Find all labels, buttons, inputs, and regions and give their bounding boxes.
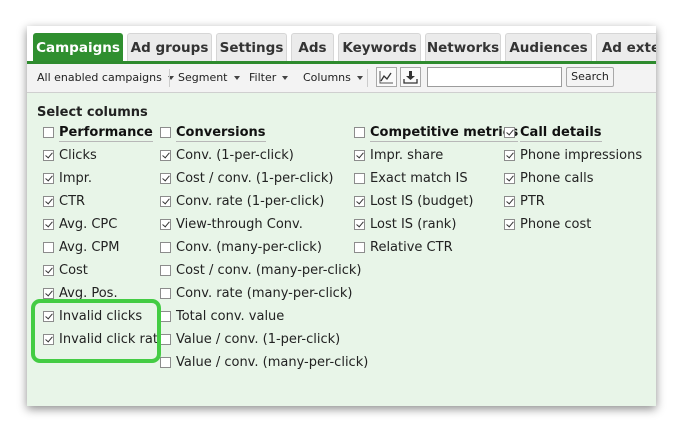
search-button[interactable]: Search bbox=[566, 67, 614, 87]
toolbar-divider bbox=[169, 69, 170, 87]
tab-settings[interactable]: Settings bbox=[216, 33, 287, 61]
total-conv-value-label: Total conv. value bbox=[176, 309, 285, 324]
competitive-header-label: Competitive metrics bbox=[370, 125, 519, 142]
avg-pos-checkbox[interactable] bbox=[43, 288, 54, 299]
value-per-conv-1pc-label: Value / conv. (1-per-click) bbox=[176, 332, 341, 347]
campaign-filter-dropdown[interactable]: All enabled campaigns bbox=[37, 71, 174, 84]
phone-cost-checkbox[interactable] bbox=[504, 219, 515, 230]
phone-impressions-checkbox[interactable] bbox=[504, 150, 515, 161]
performance-header-label: Performance bbox=[59, 125, 153, 142]
lost-is-budget-label: Lost IS (budget) bbox=[370, 194, 474, 209]
adwords-panel: Campaigns Ad groups Settings Ads Keyword… bbox=[27, 26, 656, 406]
phone-calls-checkbox[interactable] bbox=[504, 173, 515, 184]
columns-dropdown[interactable]: Columns bbox=[303, 71, 363, 84]
avg-cpc-checkbox[interactable] bbox=[43, 219, 54, 230]
performance-header-checkbox[interactable] bbox=[43, 127, 54, 138]
columns-label: Columns bbox=[303, 71, 351, 84]
impr-label: Impr. bbox=[59, 171, 93, 186]
call-details-header-checkbox[interactable] bbox=[504, 127, 515, 138]
toolbar-divider bbox=[367, 69, 368, 87]
download-button[interactable] bbox=[400, 67, 421, 87]
cost-label: Cost bbox=[59, 263, 88, 278]
tab-bar: Campaigns Ad groups Settings Ads Keyword… bbox=[27, 26, 656, 64]
toolbar: All enabled campaigns Segment Filter Col… bbox=[27, 64, 656, 93]
conversions-header-label: Conversions bbox=[176, 125, 266, 142]
cost-per-conv-1pc-checkbox[interactable] bbox=[160, 173, 171, 184]
ptr-checkbox[interactable] bbox=[504, 196, 515, 207]
highlight-box bbox=[31, 299, 161, 363]
tab-ad-extensions[interactable]: Ad exte bbox=[596, 33, 656, 61]
exact-match-is-checkbox[interactable] bbox=[354, 173, 365, 184]
ptr-label: PTR bbox=[520, 194, 545, 209]
phone-cost-label: Phone cost bbox=[520, 217, 592, 232]
download-icon bbox=[403, 71, 418, 84]
tab-audiences[interactable]: Audiences bbox=[505, 33, 592, 61]
conv-rate-1pc-checkbox[interactable] bbox=[160, 196, 171, 207]
value-per-conv-1pc-checkbox[interactable] bbox=[160, 334, 171, 345]
clicks-label: Clicks bbox=[59, 148, 97, 163]
phone-impressions-label: Phone impressions bbox=[520, 148, 643, 163]
filter-label: Filter bbox=[249, 71, 277, 84]
relative-ctr-checkbox[interactable] bbox=[354, 242, 365, 253]
tab-campaigns[interactable]: Campaigns bbox=[33, 33, 123, 61]
conv-1pc-checkbox[interactable] bbox=[160, 150, 171, 161]
call-details-header-label: Call details bbox=[520, 125, 602, 142]
impr-share-label: Impr. share bbox=[370, 148, 444, 163]
cost-checkbox[interactable] bbox=[43, 265, 54, 276]
chart-button[interactable] bbox=[376, 67, 397, 87]
search-input[interactable] bbox=[427, 67, 562, 87]
competitive-header-checkbox[interactable] bbox=[354, 127, 365, 138]
impr-checkbox[interactable] bbox=[43, 173, 54, 184]
phone-calls-label: Phone calls bbox=[520, 171, 594, 186]
tab-ad-groups[interactable]: Ad groups bbox=[127, 33, 212, 61]
avg-cpc-label: Avg. CPC bbox=[59, 217, 118, 232]
tab-networks[interactable]: Networks bbox=[425, 33, 501, 61]
conv-rate-mpc-label: Conv. rate (many-per-click) bbox=[176, 286, 353, 301]
ctr-label: CTR bbox=[59, 194, 86, 209]
segment-label: Segment bbox=[178, 71, 228, 84]
exact-match-is-label: Exact match IS bbox=[370, 171, 468, 186]
impr-share-checkbox[interactable] bbox=[354, 150, 365, 161]
conv-1pc-label: Conv. (1-per-click) bbox=[176, 148, 294, 163]
clicks-checkbox[interactable] bbox=[43, 150, 54, 161]
segment-dropdown[interactable]: Segment bbox=[178, 71, 240, 84]
conv-rate-mpc-checkbox[interactable] bbox=[160, 288, 171, 299]
view-through-conv-label: View-through Conv. bbox=[176, 217, 303, 232]
filter-dropdown[interactable]: Filter bbox=[249, 71, 289, 84]
cost-per-conv-1pc-label: Cost / conv. (1-per-click) bbox=[176, 171, 334, 186]
section-title: Select columns bbox=[37, 105, 148, 120]
ctr-checkbox[interactable] bbox=[43, 196, 54, 207]
chevron-down-icon bbox=[233, 76, 240, 80]
chevron-down-icon bbox=[282, 76, 289, 80]
value-per-conv-mpc-label: Value / conv. (many-per-click) bbox=[176, 355, 369, 370]
conv-rate-1pc-label: Conv. rate (1-per-click) bbox=[176, 194, 325, 209]
value-per-conv-mpc-checkbox[interactable] bbox=[160, 357, 171, 368]
lost-is-rank-checkbox[interactable] bbox=[354, 219, 365, 230]
lost-is-rank-label: Lost IS (rank) bbox=[370, 217, 457, 232]
cost-per-conv-mpc-checkbox[interactable] bbox=[160, 265, 171, 276]
conv-mpc-checkbox[interactable] bbox=[160, 242, 171, 253]
cost-per-conv-mpc-label: Cost / conv. (many-per-click) bbox=[176, 263, 362, 278]
tab-ads[interactable]: Ads bbox=[291, 33, 334, 61]
campaign-filter-label: All enabled campaigns bbox=[37, 71, 162, 84]
total-conv-value-checkbox[interactable] bbox=[160, 311, 171, 322]
view-through-conv-checkbox[interactable] bbox=[160, 219, 171, 230]
conversions-header-checkbox[interactable] bbox=[160, 127, 171, 138]
chevron-down-icon bbox=[356, 76, 363, 80]
conv-mpc-label: Conv. (many-per-click) bbox=[176, 240, 322, 255]
relative-ctr-label: Relative CTR bbox=[370, 240, 453, 255]
line-chart-icon bbox=[379, 71, 393, 84]
avg-cpm-checkbox[interactable] bbox=[43, 242, 54, 253]
lost-is-budget-checkbox[interactable] bbox=[354, 196, 365, 207]
tab-keywords[interactable]: Keywords bbox=[338, 33, 421, 61]
avg-cpm-label: Avg. CPM bbox=[59, 240, 120, 255]
